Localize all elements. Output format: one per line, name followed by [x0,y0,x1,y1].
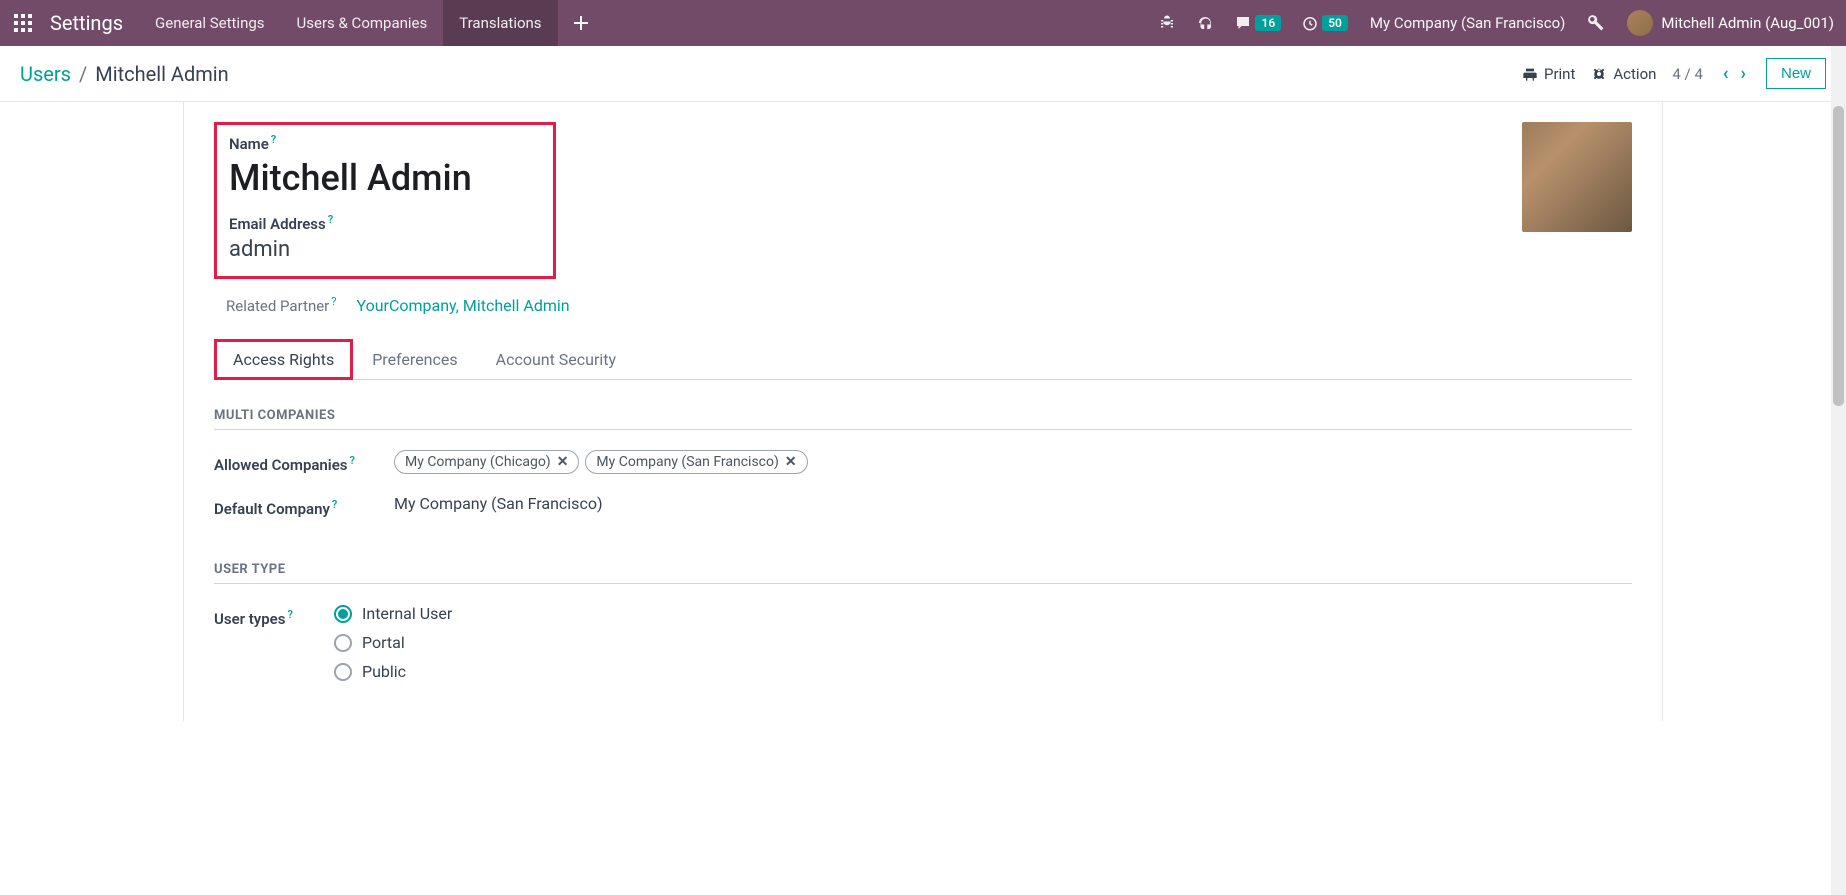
help-icon[interactable]: ? [331,295,336,308]
user-types-label: User types? [214,604,334,628]
name-field[interactable]: Mitchell Admin [229,157,541,199]
radio-internal-user[interactable]: Internal User [334,604,1632,623]
user-avatar-large[interactable] [1522,122,1632,232]
pager-next[interactable]: › [1737,63,1750,84]
user-types-radio-group: Internal User Portal Public [334,604,1632,681]
remove-icon[interactable]: ✕ [557,454,569,470]
default-company-label: Default Company? [214,494,394,518]
default-company-row: Default Company? My Company (San Francis… [214,494,1632,518]
help-icon[interactable]: ? [332,498,337,511]
radio-public[interactable]: Public [334,662,1632,681]
allowed-companies-label: Allowed Companies? [214,450,394,474]
nav-general-settings[interactable]: General Settings [139,0,281,46]
breadcrumb-separator: / [79,62,87,86]
breadcrumb-users[interactable]: Users [20,62,71,86]
partner-link[interactable]: YourCompany, Mitchell Admin [356,296,569,315]
apps-icon[interactable] [0,0,46,46]
action-label: Action [1613,65,1656,83]
help-icon[interactable]: ? [350,454,355,467]
name-email-highlight: Name? Mitchell Admin Email Address? admi… [214,122,556,279]
pager-text[interactable]: 4 / 4 [1672,65,1703,83]
partner-label: Related Partner? [226,295,336,315]
radio-icon [334,663,352,681]
radio-portal[interactable]: Portal [334,633,1632,652]
messages-icon[interactable]: 16 [1224,0,1291,46]
partner-row: Related Partner? YourCompany, Mitchell A… [226,295,1632,315]
nav-users-companies[interactable]: Users & Companies [281,0,444,46]
remove-icon[interactable]: ✕ [785,454,797,470]
control-bar: Users / Mitchell Admin Print Action 4 / … [0,46,1846,102]
main-content: Name? Mitchell Admin Email Address? admi… [0,102,1846,721]
allowed-companies-tags[interactable]: My Company (Chicago) ✕ My Company (San F… [394,450,1632,474]
pager-prev[interactable]: ‹ [1719,63,1733,84]
help-icon[interactable]: ? [287,608,292,621]
company-selector[interactable]: My Company (San Francisco) [1358,14,1577,32]
nav-translations[interactable]: Translations [443,0,557,46]
breadcrumb: Users / Mitchell Admin [20,62,229,86]
print-button[interactable]: Print [1522,65,1575,83]
allowed-companies-row: Allowed Companies? My Company (Chicago) … [214,450,1632,474]
avatar-icon [1627,10,1653,36]
user-menu[interactable]: Mitchell Admin (Aug_001) [1615,10,1846,36]
tabs: Access Rights Preferences Account Securi… [214,339,1632,380]
user-type-header: USER TYPE [214,562,1632,584]
radio-icon [334,605,352,623]
nav-add-menu[interactable] [558,0,604,46]
breadcrumb-current: Mitchell Admin [95,62,228,86]
action-button[interactable]: Action [1591,65,1656,83]
tools-icon[interactable] [1577,0,1615,46]
timer-badge: 50 [1322,15,1348,31]
tab-preferences[interactable]: Preferences [353,339,476,380]
help-icon[interactable]: ? [271,133,276,146]
timer-icon[interactable]: 50 [1291,0,1358,46]
support-icon[interactable] [1186,0,1224,46]
nav-menu: General Settings Users & Companies Trans… [139,0,604,46]
debug-icon[interactable] [1148,0,1186,46]
radio-icon [334,634,352,652]
name-label: Name? [229,133,541,153]
company-tag-sf[interactable]: My Company (San Francisco) ✕ [585,450,807,474]
scrollbar-thumb[interactable] [1833,106,1844,406]
company-tag-chicago[interactable]: My Company (Chicago) ✕ [394,450,579,474]
print-label: Print [1544,65,1575,83]
tab-account-security[interactable]: Account Security [477,339,635,380]
user-name-label: Mitchell Admin (Aug_001) [1661,14,1834,32]
default-company-value[interactable]: My Company (San Francisco) [394,494,1632,513]
scrollbar[interactable] [1831,46,1846,895]
user-types-row: User types? Internal User Portal Public [214,604,1632,681]
multi-companies-header: MULTI COMPANIES [214,408,1632,430]
email-field[interactable]: admin [229,237,541,262]
tab-access-rights[interactable]: Access Rights [214,339,353,380]
top-nav: Settings General Settings Users & Compan… [0,0,1846,46]
form-sheet: Name? Mitchell Admin Email Address? admi… [183,102,1663,721]
app-title: Settings [46,11,139,35]
messages-badge: 16 [1255,15,1281,31]
email-label: Email Address? [229,213,541,233]
new-button[interactable]: New [1766,58,1826,89]
help-icon[interactable]: ? [328,213,333,226]
